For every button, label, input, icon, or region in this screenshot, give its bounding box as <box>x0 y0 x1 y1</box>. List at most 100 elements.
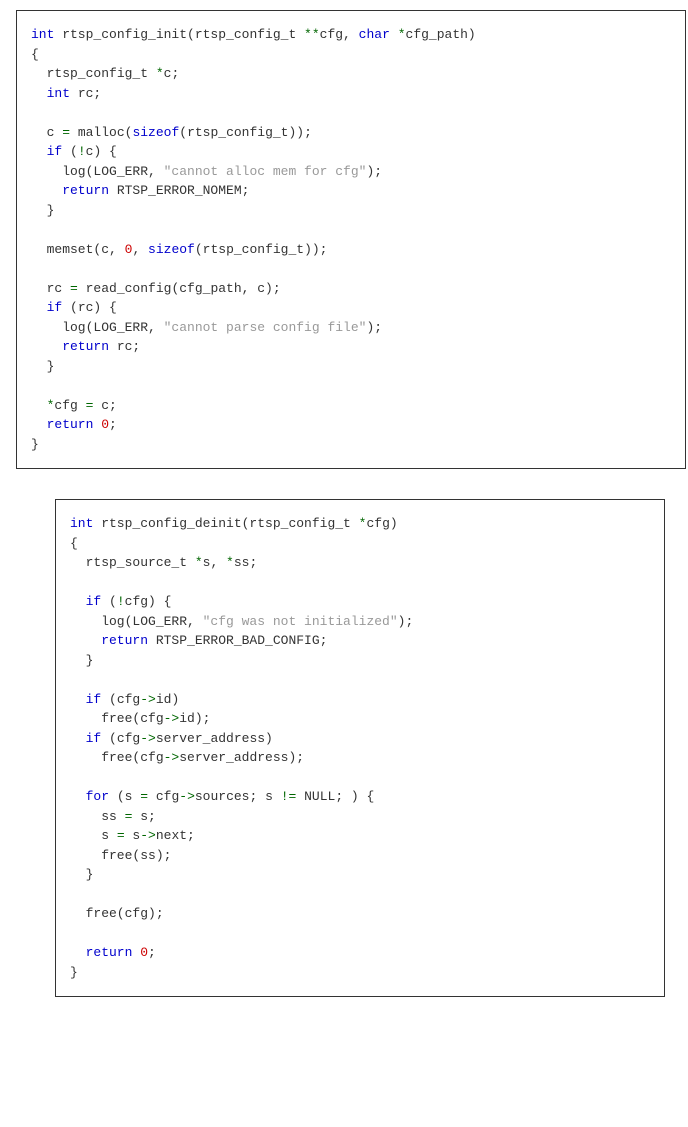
keyword: int <box>31 27 54 42</box>
code-text: cfg_path) <box>406 27 476 42</box>
operator: ! <box>78 144 86 159</box>
code-text: rtsp_config_init(rtsp_config_t <box>54 27 304 42</box>
keyword: return <box>70 945 132 960</box>
keyword: return <box>31 339 109 354</box>
code-text: c <box>31 125 62 140</box>
code-text: rtsp_config_t <box>31 66 156 81</box>
code-text: rc <box>31 281 70 296</box>
code-text: c) { <box>86 144 117 159</box>
code-text: (rtsp_config_t)); <box>195 242 328 257</box>
code-text: (rc) { <box>62 300 117 315</box>
operator: ! <box>117 594 125 609</box>
operator: -> <box>164 750 180 765</box>
code-text: cfg <box>54 398 85 413</box>
operator: * <box>156 66 164 81</box>
keyword: char <box>359 27 390 42</box>
operator: * <box>195 555 203 570</box>
code-text: free(cfg <box>70 711 164 726</box>
code-text: cfg) <box>366 516 397 531</box>
code-text: free(cfg <box>70 750 164 765</box>
code-text: rc; <box>109 339 140 354</box>
number: 0 <box>140 945 148 960</box>
code-text: ss <box>70 809 125 824</box>
operator: -> <box>140 731 156 746</box>
code-text: ; <box>148 945 156 960</box>
code-text: cfg, <box>320 27 359 42</box>
code-text: ); <box>366 320 382 335</box>
keyword: if <box>70 692 101 707</box>
code-text: ); <box>366 164 382 179</box>
brace: } <box>31 437 39 452</box>
code-text: NULL; ) { <box>296 789 374 804</box>
string-literal: "cannot parse config file" <box>164 320 367 335</box>
keyword: sizeof <box>148 242 195 257</box>
operator: * <box>226 555 234 570</box>
code-text: log(LOG_ERR, <box>70 614 203 629</box>
code-text: free(ss); <box>70 848 171 863</box>
code-text: free(cfg); <box>70 906 164 921</box>
operator: * <box>31 398 54 413</box>
code-text: memset(c, <box>31 242 125 257</box>
code-text: (cfg <box>101 692 140 707</box>
code-text: rc; <box>70 86 101 101</box>
keyword: if <box>70 594 101 609</box>
code-text: RTSP_ERROR_BAD_CONFIG; <box>148 633 327 648</box>
brace: } <box>70 653 93 668</box>
code-text: ( <box>101 594 117 609</box>
operator: ** <box>304 27 320 42</box>
code-text: rtsp_source_t <box>70 555 195 570</box>
code-text: s, <box>203 555 226 570</box>
code-text: ; <box>109 417 117 432</box>
code-text: , <box>132 242 148 257</box>
brace: { <box>31 47 39 62</box>
brace: } <box>31 359 54 374</box>
code-text: ( <box>62 144 78 159</box>
operator: -> <box>140 828 156 843</box>
keyword: if <box>31 144 62 159</box>
code-text: s <box>70 828 117 843</box>
number: 0 <box>101 417 109 432</box>
operator: -> <box>140 692 156 707</box>
code-text: server_address); <box>179 750 304 765</box>
code-text: s <box>125 828 141 843</box>
keyword: for <box>70 789 109 804</box>
operator: = <box>140 789 148 804</box>
code-text: server_address) <box>156 731 273 746</box>
keyword: if <box>31 300 62 315</box>
keyword: return <box>31 417 93 432</box>
keyword: return <box>31 183 109 198</box>
code-text <box>390 27 398 42</box>
keyword: sizeof <box>132 125 179 140</box>
operator: = <box>70 281 78 296</box>
keyword: int <box>70 516 93 531</box>
code-text: read_config(cfg_path, c); <box>78 281 281 296</box>
code-text: cfg <box>148 789 179 804</box>
code-text: (s <box>109 789 140 804</box>
code-text: (rtsp_config_t)); <box>179 125 312 140</box>
code-text: cfg) { <box>125 594 172 609</box>
brace: } <box>70 867 93 882</box>
operator: = <box>62 125 70 140</box>
brace: } <box>70 965 78 980</box>
code-text: c; <box>93 398 116 413</box>
code-text: malloc( <box>70 125 132 140</box>
string-literal: "cfg was not initialized" <box>203 614 398 629</box>
code-text: c; <box>164 66 180 81</box>
keyword: if <box>70 731 101 746</box>
code-text: sources; s <box>195 789 281 804</box>
code-text: next; <box>156 828 195 843</box>
keyword: int <box>31 86 70 101</box>
brace: { <box>70 536 78 551</box>
code-text: id); <box>179 711 210 726</box>
code-text: log(LOG_ERR, <box>31 164 164 179</box>
code-text: log(LOG_ERR, <box>31 320 164 335</box>
keyword: return <box>70 633 148 648</box>
operator: * <box>398 27 406 42</box>
operator: != <box>281 789 297 804</box>
operator: = <box>117 828 125 843</box>
operator: -> <box>179 789 195 804</box>
code-text: id) <box>156 692 179 707</box>
code-block-deinit: int rtsp_config_deinit(rtsp_config_t *cf… <box>55 499 665 997</box>
code-text: ); <box>398 614 414 629</box>
code-text: s; <box>132 809 155 824</box>
